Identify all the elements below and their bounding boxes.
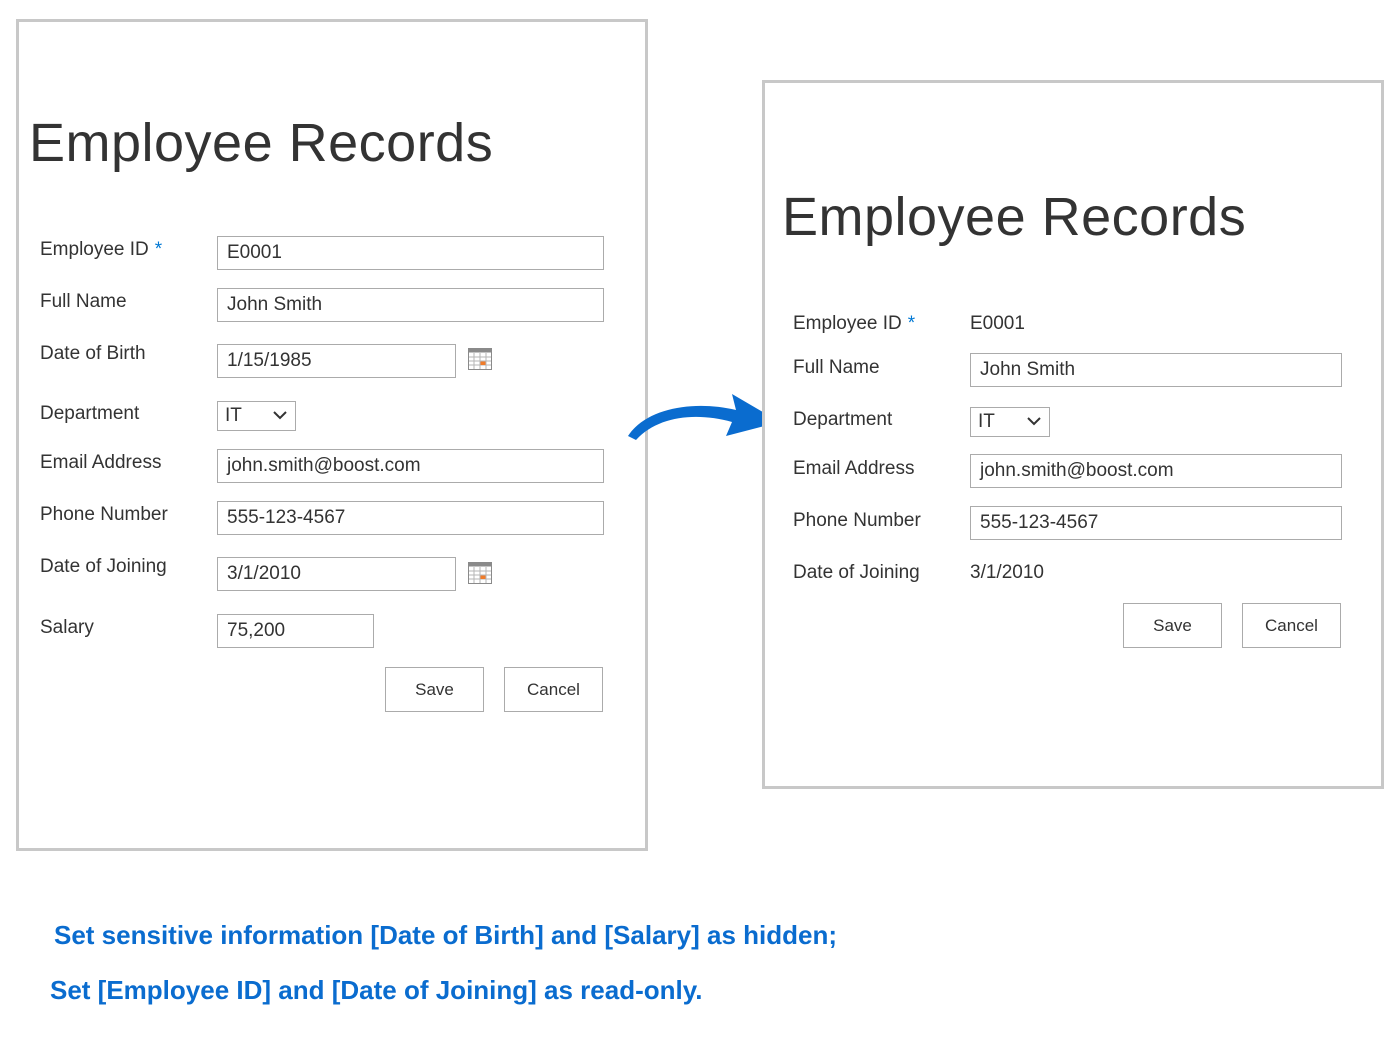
calendar-icon[interactable] (468, 348, 492, 370)
date-of-joining-value: 3/1/2010 (970, 562, 1044, 583)
page-title: Employee Records (782, 187, 1247, 247)
email-input[interactable]: john.smith@boost.com (217, 449, 604, 483)
date-of-joining-label: Date of Joining (793, 562, 920, 583)
salary-label: Salary (40, 617, 94, 638)
phone-label: Phone Number (793, 510, 921, 531)
chevron-down-icon (1027, 417, 1041, 426)
cancel-button[interactable]: Cancel (1242, 603, 1341, 648)
phone-input[interactable]: 555-123-4567 (217, 501, 604, 535)
employee-id-value: E0001 (970, 313, 1025, 334)
employee-id-input[interactable]: E0001 (217, 236, 604, 270)
phone-label: Phone Number (40, 504, 168, 525)
employee-id-label-text: Employee ID (40, 239, 149, 260)
required-indicator: * (154, 239, 163, 260)
page-title: Employee Records (29, 113, 494, 173)
caption-hidden-fields: Set sensitive information [Date of Birth… (54, 920, 838, 950)
email-label: Email Address (40, 452, 162, 473)
department-select[interactable]: IT (970, 407, 1050, 437)
curved-arrow-right-icon (628, 394, 780, 440)
department-label: Department (793, 409, 893, 430)
department-selected-value: IT (978, 411, 995, 432)
salary-input[interactable]: 75,200 (217, 614, 374, 648)
calendar-icon[interactable] (468, 562, 492, 584)
employee-id-label-text: Employee ID (793, 313, 902, 334)
caption-readonly-fields: Set [Employee ID] and [Date of Joining] … (50, 975, 703, 1005)
full-name-input[interactable]: John Smith (970, 353, 1342, 387)
full-name-label: Full Name (40, 291, 127, 312)
department-select[interactable]: IT (217, 401, 296, 431)
cancel-button[interactable]: Cancel (504, 667, 603, 712)
save-button[interactable]: Save (385, 667, 484, 712)
date-of-birth-label: Date of Birth (40, 343, 146, 364)
save-button[interactable]: Save (1123, 603, 1222, 648)
department-label: Department (40, 403, 140, 424)
before-form-panel: Employee Records Employee ID * E0001 Full… (16, 19, 648, 851)
date-of-joining-input[interactable]: 3/1/2010 (217, 557, 456, 591)
date-of-joining-label: Date of Joining (40, 556, 167, 577)
chevron-down-icon (273, 411, 287, 420)
date-of-birth-input[interactable]: 1/15/1985 (217, 344, 456, 378)
email-input[interactable]: john.smith@boost.com (970, 454, 1342, 488)
after-form-panel: Employee Records Employee ID * E0001 Full… (762, 80, 1384, 789)
full-name-label: Full Name (793, 357, 880, 378)
employee-id-label: Employee ID * (40, 239, 162, 261)
full-name-input[interactable]: John Smith (217, 288, 604, 322)
department-selected-value: IT (225, 405, 242, 426)
phone-input[interactable]: 555-123-4567 (970, 506, 1342, 540)
email-label: Email Address (793, 458, 915, 479)
required-indicator: * (907, 313, 916, 334)
employee-id-label: Employee ID * (793, 313, 915, 335)
